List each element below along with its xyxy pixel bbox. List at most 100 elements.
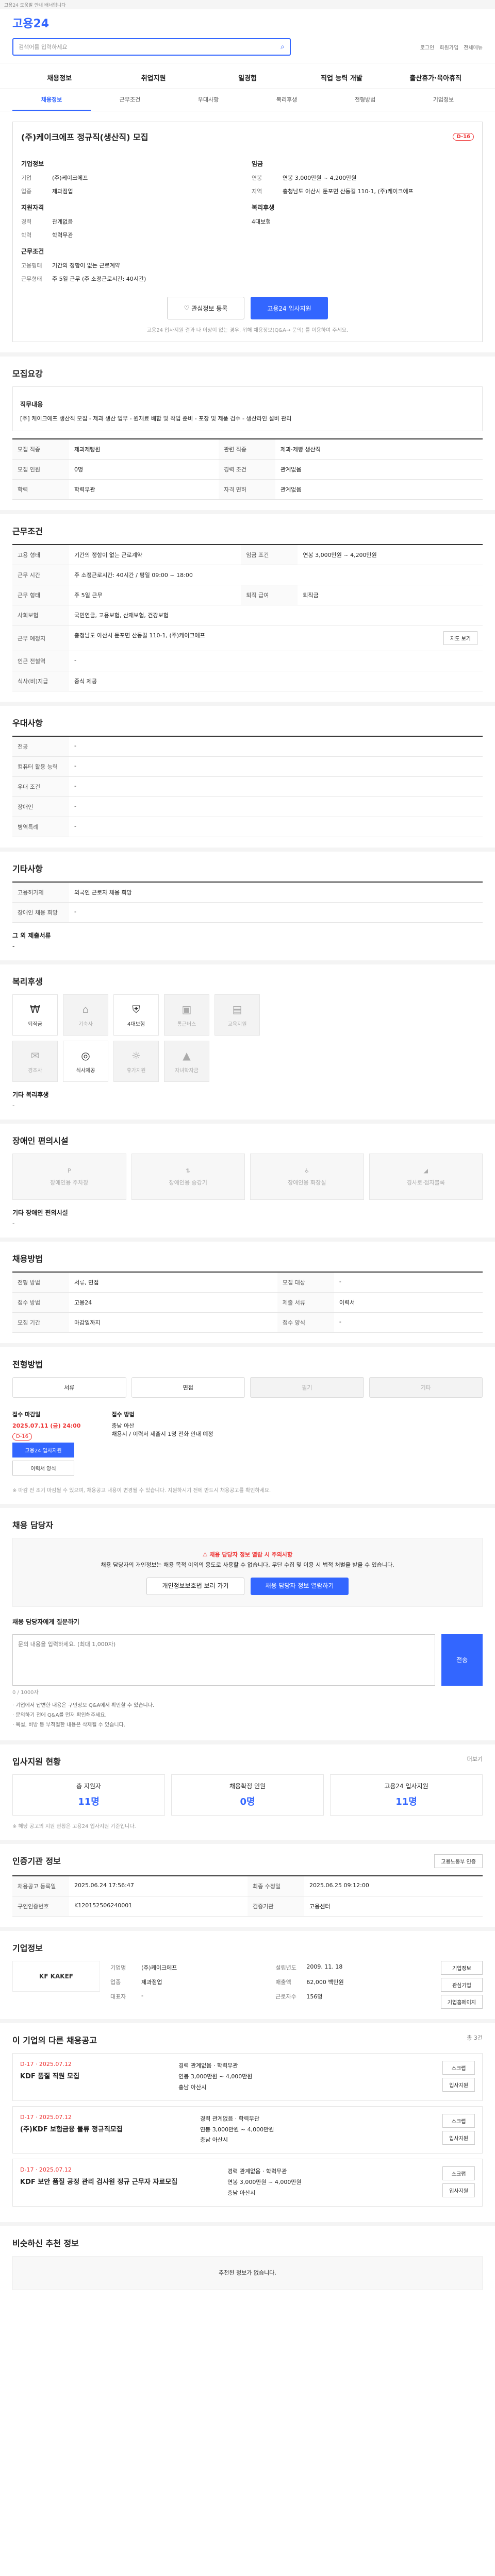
search-icon[interactable]: ⌕	[280, 43, 285, 51]
sun-icon: ☼	[131, 1049, 141, 1062]
util-allmenu[interactable]: 전체메뉴	[464, 43, 483, 51]
apply-button[interactable]: 고용24 입사지원	[251, 297, 328, 319]
warning-text: 채용 담당자 정보 열람 시 주의사항	[209, 1551, 293, 1558]
tab-company[interactable]: 기업정보	[404, 89, 483, 111]
job-scrap-button[interactable]: 스크랩	[442, 2166, 475, 2181]
restroom-icon: ♿	[304, 1167, 310, 1174]
gnb-item-experience[interactable]: 일경험	[201, 67, 294, 89]
contact-text: 채용시 / 이력서 제출시 1명 전화 안내 예정	[111, 1431, 213, 1438]
table-key: 퇴직 급여	[241, 585, 298, 606]
tab-welfare[interactable]: 복리후생	[248, 89, 326, 111]
job-item-title[interactable]: (주)KDF 보험금융 물류 정규직모집	[20, 2124, 123, 2133]
welfare-name: 경조사	[28, 1067, 42, 1074]
etc-table: 고용허가제 외국인 근로자 채용 희망 장애인 채용 희망 -	[12, 882, 483, 923]
method-chip: 서류	[12, 1377, 126, 1398]
job-item-title[interactable]: KDF 품질 직원 모집	[20, 2071, 79, 2080]
tab-prefer[interactable]: 우대사항	[169, 89, 248, 111]
welfare-other: -	[12, 1102, 15, 1110]
job-list-item[interactable]: D-17 · 2025.07.12 KDF 보안 품질 공정 관리 검사원 정규 …	[12, 2159, 483, 2207]
company-homepage-button[interactable]: 기업홈페이지	[440, 1994, 483, 2009]
recruit-table: 모집 직종 제과제빵원 관련 직종 제과·제빵 생산직 모집 인원 0명 경력 조건 관계없…	[12, 438, 483, 500]
stats-section: 입사지원 현황 더보기 총 지원자 11명 채용확정 인원 0명 고용24 입사지원 1…	[0, 1744, 495, 1844]
job-meta: 연봉 3,000만원 ~ 4,000만원	[178, 2073, 253, 2080]
manager-warning-box: ⚠ 채용 담당자 정보 열람 시 주의사항 채용 담당자의 개인정보는 채용 목…	[12, 1538, 483, 1607]
disabled-other: -	[12, 1220, 15, 1228]
job-list-item[interactable]: D-17 · 2025.07.12 (주)KDF 보험금융 물류 정규직모집 경력…	[12, 2106, 483, 2154]
search-row: 검색어를 입력하세요 ⌕ 로그인 회원가입 전체메뉴	[0, 31, 495, 63]
util-login[interactable]: 로그인	[420, 43, 435, 51]
tab-recruit[interactable]: 채용정보	[12, 89, 91, 111]
gnb-item-jobs[interactable]: 채용정보	[12, 67, 106, 89]
other-jobs-section: 이 기업의 다른 채용공고 총 3건 D-17 · 2025.07.12 KDF 품…	[0, 2023, 495, 2226]
privacy-law-button[interactable]: 개인정보보호법 보러 가기	[146, 1577, 244, 1595]
welfare-other-label: 기타 복리후생	[12, 1091, 49, 1099]
tab-workcond[interactable]: 근무조건	[91, 89, 169, 111]
table-value: 주 5일 근무	[69, 585, 241, 606]
welfare-name: 식사제공	[76, 1067, 95, 1074]
job-scrap-button[interactable]: 스크랩	[442, 2060, 475, 2075]
table-key: 고용 형태	[12, 545, 69, 566]
gnb-item-support[interactable]: 취업지원	[106, 67, 200, 89]
cond-label: 근무조건	[21, 248, 44, 255]
inquiry-send-button[interactable]: 전송	[441, 1634, 483, 1686]
job-meta: 경력 관계없음 · 학력무관	[200, 2115, 260, 2122]
stat-number: 11명	[395, 1797, 417, 1808]
site-logo[interactable]: 고용24	[0, 9, 495, 31]
welfare-card: ▤ 교육지원	[214, 994, 260, 1036]
inquiry-textarea[interactable]	[12, 1634, 435, 1686]
section-title: 이 기업의 다른 채용공고	[12, 2035, 97, 2045]
stat-label: 채용확정 인원	[229, 1783, 266, 1790]
table-value: 학력무관	[69, 479, 219, 500]
job-item-title[interactable]: KDF 보안 품질 공정 관리 검사원 정규 근무자 자료모집	[20, 2176, 177, 2186]
search-input[interactable]: 검색어를 입력하세요 ⌕	[12, 38, 291, 56]
stats-more-link[interactable]: 더보기	[467, 1755, 483, 1767]
tab-select[interactable]: 전형방법	[326, 89, 404, 111]
table-value: 연봉 3,000만원 ~ 4,200만원	[298, 545, 483, 566]
welfare-name: 통근버스	[177, 1021, 196, 1027]
section-title: 모집요강	[12, 369, 43, 379]
kv-key: 매출액	[275, 1978, 291, 1986]
gnb-item-leave[interactable]: 출산휴가·육아휴직	[389, 67, 483, 89]
favorite-company-button[interactable]: 관심기업	[440, 1977, 483, 1992]
util-menu: 로그인 회원가입 전체메뉴	[420, 43, 483, 51]
welfare-name: 4대보험	[127, 1021, 145, 1027]
method-chip: 필기	[250, 1377, 364, 1398]
table-value: -	[69, 756, 483, 777]
table-value: 관계없음	[275, 459, 483, 480]
table-key: 관련 직종	[219, 439, 276, 460]
job-apply-button[interactable]: 입사지원	[442, 2130, 475, 2145]
alert-icon: ⚠	[202, 1551, 210, 1558]
company-info-button[interactable]: 기업정보	[440, 1960, 483, 1975]
table-key: 근무 형태	[12, 585, 69, 606]
welfare-card: ▲ 자녀학자금	[164, 1041, 209, 1082]
table-value: K120152506240001	[69, 1896, 248, 1917]
kv-key: 연봉	[252, 175, 262, 181]
job-apply-button[interactable]: 입사지원	[442, 2077, 475, 2092]
kv-value: 학력무관	[52, 232, 73, 239]
table-key: 전형 방법	[12, 1272, 69, 1293]
duty-box: 직무내용 [주] 케이크에프 생산직 모집 - 제과 생산 업무 - 원재료 배…	[12, 386, 483, 432]
kv-key: 기업	[21, 175, 32, 181]
section-title: 근무조건	[12, 527, 43, 537]
kv-key: 근무형태	[21, 276, 42, 282]
welfare-card: ₩ 퇴직금	[12, 994, 58, 1036]
job-list-item[interactable]: D-17 · 2025.07.12 KDF 품질 직원 모집 경력 관계없음 · …	[12, 2053, 483, 2101]
inquiry-label: 채용 담당자에게 질문하기	[12, 1618, 79, 1625]
util-join[interactable]: 회원가입	[439, 43, 458, 51]
resume-form-button[interactable]: 이력서 양식	[12, 1461, 74, 1476]
facility-card: P 장애인용 주차장	[12, 1154, 126, 1200]
kv-value: (주)케이크에프	[52, 175, 88, 181]
view-manager-button[interactable]: 채용 담당자 정보 열람하기	[251, 1577, 349, 1595]
job-scrap-button[interactable]: 스크랩	[442, 2113, 475, 2128]
kv-value: 4대보험	[252, 218, 271, 225]
scrap-button[interactable]: ♡ 관심정보 등록	[167, 297, 244, 319]
gnb-item-training[interactable]: 직업 능력 개발	[294, 67, 388, 89]
table-key: 병역특례	[12, 817, 69, 838]
apply-button-secondary[interactable]: 고용24 입사지원	[12, 1443, 74, 1458]
facility-name: 장애인용 승강기	[169, 1179, 207, 1186]
job-apply-button[interactable]: 입사지원	[442, 2183, 475, 2198]
map-button[interactable]: 지도 보기	[443, 631, 477, 646]
dday-badge: D-16	[453, 132, 474, 141]
duty-text: [주] 케이크에프 생산직 모집 - 제과 생산 업무 - 원재료 배합 및 작…	[20, 415, 292, 422]
facility-card: ⇅ 장애인용 승강기	[131, 1154, 245, 1200]
